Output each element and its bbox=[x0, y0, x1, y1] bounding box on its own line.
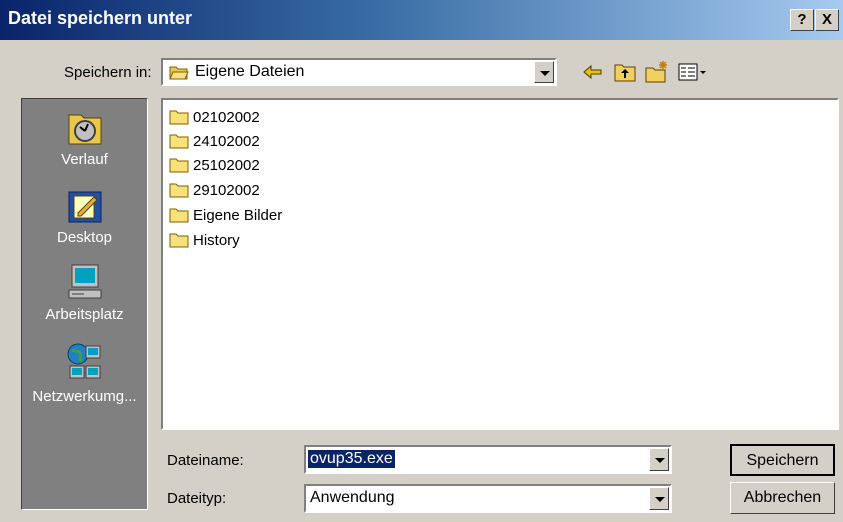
places-item-desktop[interactable]: Desktop bbox=[22, 187, 147, 246]
save-in-dropdown[interactable]: Eigene Dateien bbox=[161, 58, 557, 86]
places-label: Netzwerkumg... bbox=[32, 388, 137, 405]
filetype-label: Dateityp: bbox=[167, 490, 227, 507]
back-arrow-icon[interactable] bbox=[581, 60, 605, 84]
folder-icon bbox=[169, 110, 189, 125]
cancel-button[interactable]: Abbrechen bbox=[730, 482, 835, 514]
open-folder-icon bbox=[169, 66, 189, 80]
network-icon bbox=[67, 343, 100, 379]
history-icon bbox=[68, 114, 101, 145]
filename-input[interactable]: ovup35.exe bbox=[304, 445, 672, 474]
places-label: Desktop bbox=[56, 229, 113, 246]
folder-icon bbox=[169, 183, 189, 198]
list-item[interactable]: 24102002 bbox=[169, 130, 260, 152]
title-bar[interactable]: Datei speichern unter ? X bbox=[0, 0, 843, 40]
list-item[interactable]: 25102002 bbox=[169, 154, 260, 176]
help-button[interactable]: ? bbox=[790, 9, 814, 31]
file-list[interactable]: 02102002 24102002 25102002 29102002 Eige… bbox=[161, 98, 839, 430]
save-in-dropdown-arrow[interactable] bbox=[534, 61, 554, 83]
filetype-value: Anwendung bbox=[310, 489, 395, 506]
list-item[interactable]: 02102002 bbox=[169, 106, 260, 128]
view-menu-icon[interactable] bbox=[677, 60, 709, 84]
places-label: Arbeitsplatz bbox=[45, 306, 124, 323]
window-title: Datei speichern unter bbox=[8, 8, 193, 28]
up-folder-icon[interactable] bbox=[613, 60, 637, 84]
close-button[interactable]: X bbox=[815, 9, 839, 31]
places-label: Verlauf bbox=[61, 151, 108, 168]
save-in-value: Eigene Dateien bbox=[195, 63, 305, 80]
places-item-history[interactable]: Verlauf bbox=[22, 109, 147, 168]
save-button[interactable]: Speichern bbox=[730, 444, 835, 476]
filename-value: ovup35.exe bbox=[308, 450, 395, 468]
filename-dropdown-arrow[interactable] bbox=[649, 448, 669, 471]
my-computer-icon bbox=[68, 264, 101, 299]
save-in-label: Speichern in: bbox=[64, 64, 152, 81]
desktop-icon bbox=[68, 191, 101, 223]
new-folder-icon[interactable] bbox=[645, 60, 669, 84]
folder-icon bbox=[169, 233, 189, 248]
list-item[interactable]: History bbox=[169, 229, 240, 251]
list-item[interactable]: 29102002 bbox=[169, 179, 260, 201]
filename-label: Dateiname: bbox=[167, 452, 244, 469]
folder-icon bbox=[169, 158, 189, 173]
folder-icon bbox=[169, 134, 189, 149]
filetype-dropdown[interactable]: Anwendung bbox=[304, 484, 672, 513]
places-bar: Verlauf Desktop Arbeitsplatz Netzwerkumg… bbox=[21, 98, 148, 510]
folder-icon bbox=[169, 208, 189, 223]
filetype-dropdown-arrow[interactable] bbox=[649, 487, 669, 510]
places-item-network[interactable]: Netzwerkumg... bbox=[22, 342, 147, 405]
list-item[interactable]: Eigene Bilder bbox=[169, 204, 282, 226]
places-item-my-computer[interactable]: Arbeitsplatz bbox=[22, 262, 147, 323]
